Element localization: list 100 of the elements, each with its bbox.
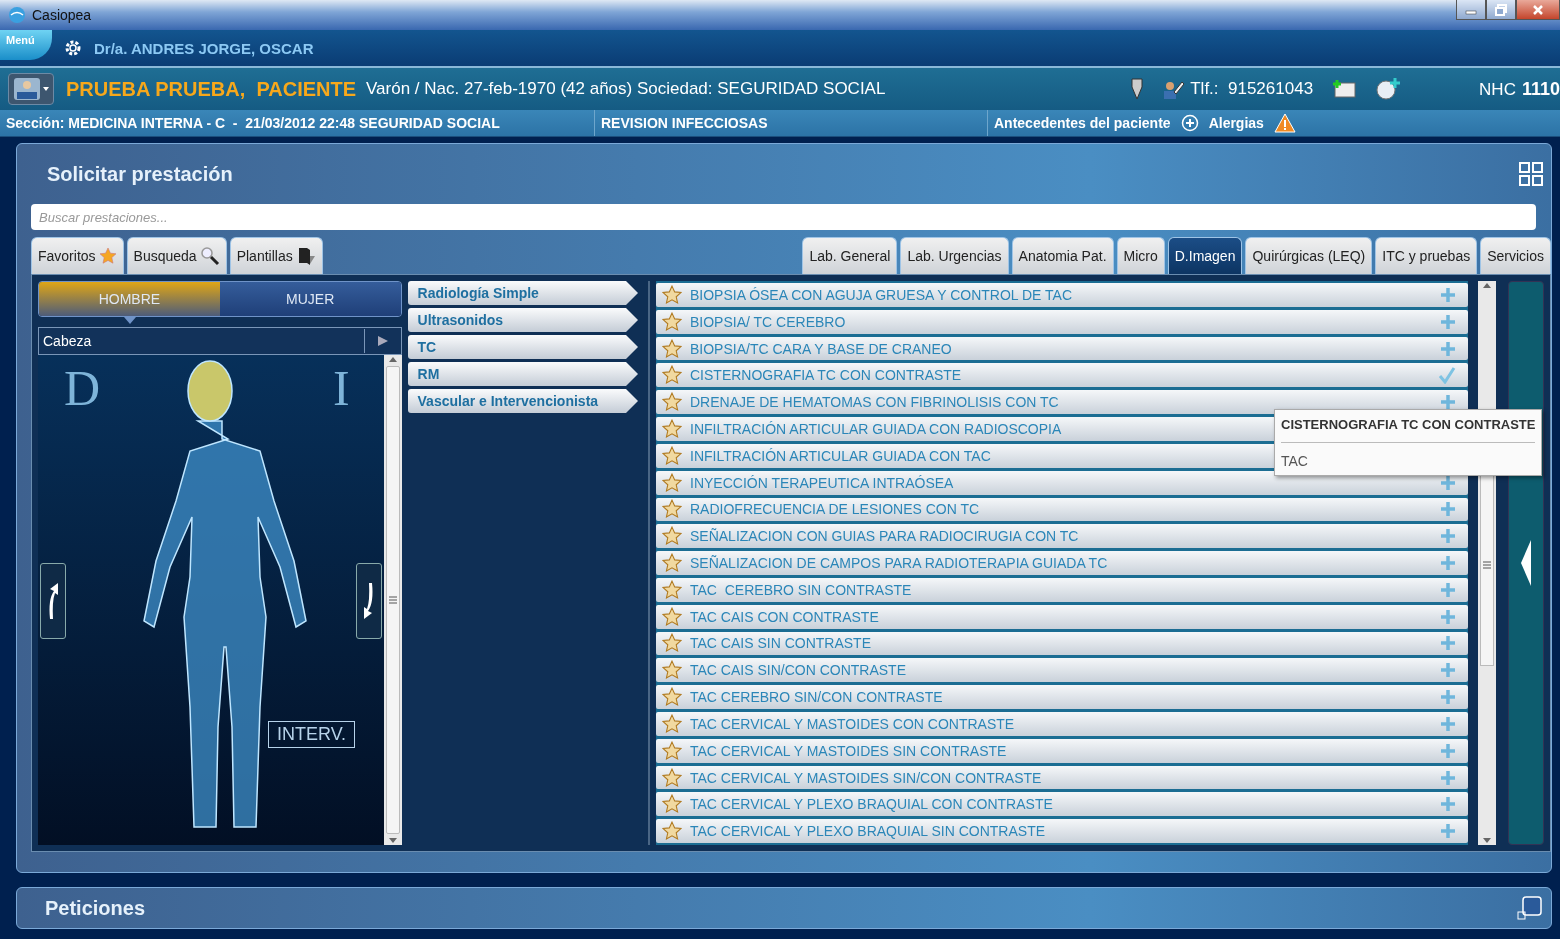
procedure-row[interactable]: RADIOFRECUENCIA DE LESIONES CON TC [656, 497, 1468, 522]
star-icon[interactable] [662, 821, 682, 842]
procedure-row[interactable]: TAC CAIS CON CONTRASTE [656, 604, 1468, 629]
add-icon[interactable] [1440, 608, 1456, 625]
star-icon[interactable] [662, 526, 682, 547]
add-icon[interactable] [1440, 769, 1456, 786]
add-icon[interactable] [1440, 394, 1456, 411]
scroll-down-icon[interactable] [1483, 838, 1491, 843]
procedure-row[interactable]: BIOPSIA/ TC CEREBRO [656, 309, 1468, 334]
star-icon[interactable] [662, 579, 682, 600]
procedure-row[interactable]: INYECCIÓN TERAPEUTICA INTRAÓSEA [656, 470, 1468, 495]
procedure-row[interactable]: TAC CEREBRO SIN/CON CONTRASTE [656, 685, 1468, 709]
add-icon[interactable] [1440, 501, 1456, 518]
add-icon[interactable] [1440, 796, 1456, 813]
restore-button[interactable] [1486, 0, 1516, 20]
procedure-row[interactable]: BIOPSIA ÓSEA CON AGUJA GRUESA Y CONTROL DE TAC [656, 283, 1468, 307]
star-icon[interactable] [662, 472, 682, 493]
procedure-row[interactable]: TAC CERVICAL Y MASTOIDES SIN CONTRASTE [656, 738, 1468, 763]
procedure-row[interactable]: DRENAJE DE HEMATOMAS CON FIBRINOLISIS CON TC [656, 390, 1468, 415]
add-circle-icon[interactable] [1180, 114, 1199, 132]
scroll-up-icon[interactable] [388, 357, 397, 362]
scroll-up-icon[interactable] [1483, 283, 1491, 288]
procedure-row[interactable]: TAC CAIS SIN/CON CONTRASTE [656, 658, 1468, 683]
star-icon[interactable] [662, 767, 682, 788]
add-icon[interactable] [1440, 635, 1456, 652]
category-item[interactable]: RM [407, 362, 638, 386]
procedure-row[interactable]: TAC CERVICAL Y PLEXO BRAQUIAL CON CONTRASTE [656, 792, 1468, 817]
grid-icon[interactable] [1519, 162, 1543, 186]
star-icon[interactable] [662, 660, 682, 681]
tab[interactable]: Anatomia Pat. [1011, 237, 1114, 274]
tab[interactable]: Micro [1116, 237, 1165, 274]
region-selector[interactable]: Cabeza [38, 327, 402, 355]
patient-history-link[interactable]: Antecedentes del paciente [994, 115, 1171, 131]
tab[interactable]: Favoritos [31, 237, 124, 274]
tab[interactable]: Lab. General [802, 237, 898, 274]
add-icon[interactable] [1440, 528, 1456, 545]
star-icon[interactable] [662, 365, 682, 386]
star-icon[interactable] [662, 311, 682, 332]
add-icon[interactable] [1440, 581, 1456, 598]
check-icon[interactable] [1438, 366, 1456, 385]
star-icon[interactable] [662, 284, 682, 305]
rotate-left-button[interactable] [40, 563, 66, 639]
rotate-right-button[interactable] [355, 563, 382, 639]
star-icon[interactable] [662, 338, 682, 359]
add-icon[interactable] [1440, 715, 1456, 732]
procedure-row[interactable]: CISTERNOGRAFIA TC CON CONTRASTE [656, 363, 1468, 388]
search-field[interactable]: Buscar prestaciones... [31, 204, 1536, 230]
tab[interactable]: Plantillas [229, 237, 323, 274]
add-icon[interactable] [1440, 340, 1456, 357]
procedure-row[interactable]: TAC CERVICAL Y MASTOIDES CON CONTRASTE [656, 712, 1468, 736]
star-icon[interactable] [662, 633, 682, 654]
procedure-row[interactable]: SEÑALIZACION CON GUIAS PARA RADIOCIRUGIA CON TC [656, 524, 1468, 549]
category-item[interactable]: TC [407, 335, 638, 359]
add-icon[interactable] [1440, 474, 1456, 491]
tab[interactable]: Lab. Urgencias [900, 237, 1009, 274]
procedure-row[interactable]: TAC CEREBRO SIN CONTRASTE [656, 577, 1468, 602]
allergies-link[interactable]: Alergias [1208, 115, 1264, 131]
star-icon[interactable] [662, 445, 682, 466]
tab[interactable]: ITC y pruebas [1375, 237, 1478, 274]
procedure-row[interactable]: TAC CERVICAL Y PLEXO BRAQUIAL SIN CONTRASTE [656, 819, 1468, 844]
tab[interactable]: Busqueda [126, 237, 227, 274]
star-icon[interactable] [662, 418, 682, 439]
scroll-down-icon[interactable] [388, 838, 397, 843]
add-icon[interactable] [1440, 742, 1456, 759]
globe-plus-icon[interactable] [1375, 77, 1402, 101]
procedure-row[interactable]: BIOPSIA/TC CARA Y BASE DE CRANEO [656, 336, 1468, 361]
star-icon[interactable] [662, 713, 682, 734]
add-icon[interactable] [1440, 555, 1456, 572]
star-icon[interactable] [662, 740, 682, 761]
star-icon[interactable] [662, 687, 682, 708]
star-icon[interactable] [662, 553, 682, 574]
tab[interactable]: Quirúrgicas (LEQ) [1245, 237, 1373, 274]
add-icon[interactable] [1440, 823, 1456, 840]
interventional-button[interactable]: INTERV. [268, 721, 356, 748]
procedure-row[interactable]: SEÑALIZACION DE CAMPOS PARA RADIOTERAPIA GUIADA TC [656, 551, 1468, 575]
category-item[interactable]: Radiología Simple [407, 281, 638, 305]
add-icon[interactable] [1440, 286, 1456, 303]
patient-record-button[interactable] [8, 73, 54, 105]
card-plus-icon[interactable] [1331, 79, 1358, 99]
procedure-row[interactable]: TAC CERVICAL Y MASTOIDES SIN/CON CONTRASTE [656, 765, 1468, 790]
star-icon[interactable] [662, 392, 682, 413]
window-icon[interactable] [1517, 896, 1543, 920]
menu-button[interactable]: Menú [0, 30, 52, 60]
gender-toggle[interactable]: HOMBRE [39, 282, 220, 316]
star-icon[interactable] [662, 499, 682, 520]
close-button[interactable] [1516, 0, 1560, 20]
category-item[interactable]: Vascular e Intervencionista [407, 389, 638, 413]
add-icon[interactable] [1440, 313, 1456, 330]
tab[interactable]: D.Imagen [1167, 237, 1243, 274]
category-item[interactable]: Ultrasonidos [407, 308, 638, 332]
star-icon[interactable] [662, 606, 682, 627]
gender-toggle[interactable]: MUJER [219, 282, 401, 316]
minimize-button[interactable] [1456, 0, 1486, 20]
pen-nib-icon[interactable] [1130, 78, 1145, 100]
play-icon[interactable] [376, 335, 389, 347]
procedure-row[interactable]: TAC CAIS SIN CONTRASTE [656, 631, 1468, 656]
star-icon[interactable] [662, 794, 682, 815]
tab[interactable]: Servicios [1480, 237, 1551, 274]
add-icon[interactable] [1440, 662, 1456, 679]
add-icon[interactable] [1440, 689, 1456, 706]
